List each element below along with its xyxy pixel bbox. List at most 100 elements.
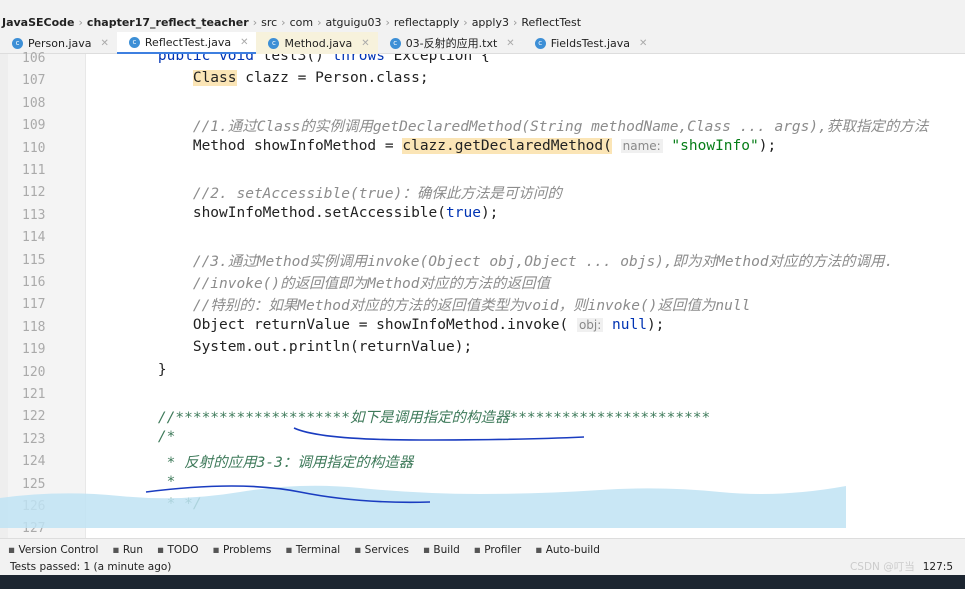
breadcrumb-item[interactable]: reflectapply <box>394 16 459 29</box>
breadcrumb-item[interactable]: chapter17_reflect_teacher <box>87 16 249 29</box>
line-number: 123 <box>22 431 46 447</box>
tab-label: FieldsTest.java <box>550 36 631 50</box>
code-line: Object returnValue = showInfoMethod.invo… <box>123 316 665 333</box>
code-line: * <box>123 473 176 490</box>
editor-tabs: c Person.java ✕ c ReflectTest.java ✕ c Method.j… <box>0 32 965 54</box>
tool-window-button[interactable]: ▪ Profiler <box>474 544 521 556</box>
code-line: } <box>123 361 167 378</box>
editor-tab[interactable]: c ReflectTest.java ✕ <box>116 32 257 54</box>
line-number: 126 <box>22 499 46 514</box>
status-bar: Tests passed: 1 (a minute ago) CSDN @叮当 1… <box>0 560 965 575</box>
code-editor[interactable]: public void test3() throws Exception { C… <box>86 54 965 538</box>
chevron-right-icon: › <box>385 15 390 29</box>
tool-window-bar: ▪ Version Control ▪ Run ▪ TODO ▪ Problems ▪ … <box>0 538 965 560</box>
line-number: 110 <box>22 140 46 156</box>
tool-icon: ▪ <box>473 543 485 556</box>
code-line: //2. setAccessible(true)：确保此方法是可访问的 <box>123 186 562 203</box>
code-line: //********************如下是调用指定的构造器*******… <box>123 410 711 427</box>
status-text: Tests passed: 1 (a minute ago) <box>10 561 172 573</box>
breadcrumb-item[interactable]: atguigu03 <box>325 16 381 29</box>
code-line: //1.通过Class的实例调用getDeclaredMethod(String… <box>123 119 929 136</box>
line-number: 108 <box>22 95 46 111</box>
line-number: 117 <box>22 297 46 313</box>
close-icon[interactable]: ✕ <box>240 37 248 48</box>
close-icon[interactable]: ✕ <box>101 38 109 49</box>
code-line: showInfoMethod.setAccessible(true); <box>123 204 499 221</box>
tab-label: ReflectTest.java <box>144 35 232 49</box>
tool-icon: ▪ <box>422 543 434 556</box>
line-number: 119 <box>22 342 46 358</box>
tool-icon: ▪ <box>156 543 168 556</box>
line-number: 120 <box>22 364 46 380</box>
breadcrumb-item[interactable]: JavaSECode <box>2 16 75 29</box>
tab-label: 03-反射的应用.txt <box>405 37 498 50</box>
code-line: //特别的：如果Method对应的方法的返回值类型为void，则invoke()… <box>123 298 751 315</box>
close-icon[interactable]: ✕ <box>506 38 514 49</box>
tool-window-button[interactable]: ▪ Services <box>354 544 409 556</box>
close-icon[interactable]: ✕ <box>361 38 369 49</box>
chevron-right-icon: › <box>281 15 286 29</box>
java-class-icon: c <box>12 37 23 49</box>
tab-label: Person.java <box>28 36 92 50</box>
line-number: 121 <box>22 387 46 402</box>
breadcrumb-item[interactable]: ReflectTest <box>521 16 581 29</box>
line-number: 114 <box>22 230 46 246</box>
breadcrumb: JavaSECode › chapter17_reflect_teacher › src… <box>0 12 965 32</box>
tool-window-button[interactable]: ▪ TODO <box>157 544 199 556</box>
breadcrumb-item[interactable]: com <box>290 16 314 29</box>
chevron-right-icon: › <box>317 15 322 29</box>
line-number: 109 <box>22 118 46 134</box>
windows-taskbar <box>0 575 965 589</box>
line-number: 112 <box>22 185 46 201</box>
code-line: System.out.println(returnValue); <box>123 339 473 356</box>
chevron-right-icon: › <box>463 15 468 29</box>
code-line: /* <box>123 428 176 445</box>
tool-window-button[interactable]: ▪ Run <box>112 544 143 556</box>
text-file-icon: c <box>389 37 401 49</box>
tool-window-button[interactable]: ▪ Problems <box>212 544 271 556</box>
editor-tab[interactable]: c Method.java ✕ <box>256 32 378 54</box>
breadcrumb-item[interactable]: src <box>261 16 277 29</box>
chevron-right-icon: › <box>78 15 83 29</box>
watermark: CSDN @叮当 <box>849 561 915 573</box>
tool-window-button[interactable]: ▪ Version Control <box>8 544 98 556</box>
tool-window-button[interactable]: ▪ Auto-build <box>535 544 600 556</box>
line-number-gutter: 106 107 108 109 110 111 112 113 114 115 116 117 118 1… <box>8 51 86 538</box>
left-tool-strip <box>0 54 8 538</box>
tab-label: Method.java <box>284 36 353 50</box>
chevron-right-icon: › <box>252 15 258 29</box>
line-number: 113 <box>22 207 46 223</box>
main-toolbar <box>0 0 965 12</box>
line-number: 124 <box>22 454 46 470</box>
tool-icon: ▪ <box>354 543 365 556</box>
editor-tab[interactable]: c 03-反射的应用.txt ✕ <box>378 32 523 54</box>
breadcrumb-item[interactable]: apply3 <box>472 16 509 29</box>
line-number: 116 <box>22 275 46 290</box>
line-number: 107 <box>22 73 46 89</box>
code-line: Class clazz = Person.class; <box>192 70 429 87</box>
line-number: 125 <box>22 476 46 492</box>
line-number: 122 <box>22 409 46 425</box>
line-number: 111 <box>22 163 46 178</box>
code-line: //invoke()的返回值即为Method对应的方法的返回值 <box>123 276 551 292</box>
tool-window-button[interactable]: ▪ Terminal <box>285 544 340 556</box>
code-line: public void test3() throws Exception { <box>157 54 490 64</box>
line-number: 106 <box>22 51 46 66</box>
java-class-icon: c <box>534 37 546 49</box>
editor-tab[interactable]: c Person.java ✕ <box>0 32 117 54</box>
tool-icon: ▪ <box>212 543 223 556</box>
editor-tab[interactable]: c FieldsTest.java ✕ <box>523 32 656 54</box>
close-icon[interactable]: ✕ <box>639 38 647 49</box>
cursor-position[interactable]: 127:5 <box>923 561 953 573</box>
java-class-icon: c <box>128 36 140 48</box>
code-line: * 反射的应用3-3：调用指定的构造器 <box>123 455 414 472</box>
tool-icon: ▪ <box>8 543 19 556</box>
tool-icon: ▪ <box>112 543 123 556</box>
tool-window-button[interactable]: ▪ Build <box>423 544 460 556</box>
code-line: * */ <box>123 496 202 512</box>
java-class-icon: c <box>268 37 280 49</box>
tool-icon: ▪ <box>535 543 546 556</box>
tool-icon: ▪ <box>285 543 296 556</box>
code-line: //3.通过Method实例调用invoke(Object obj,Object… <box>123 253 894 270</box>
line-number: 115 <box>22 252 46 268</box>
